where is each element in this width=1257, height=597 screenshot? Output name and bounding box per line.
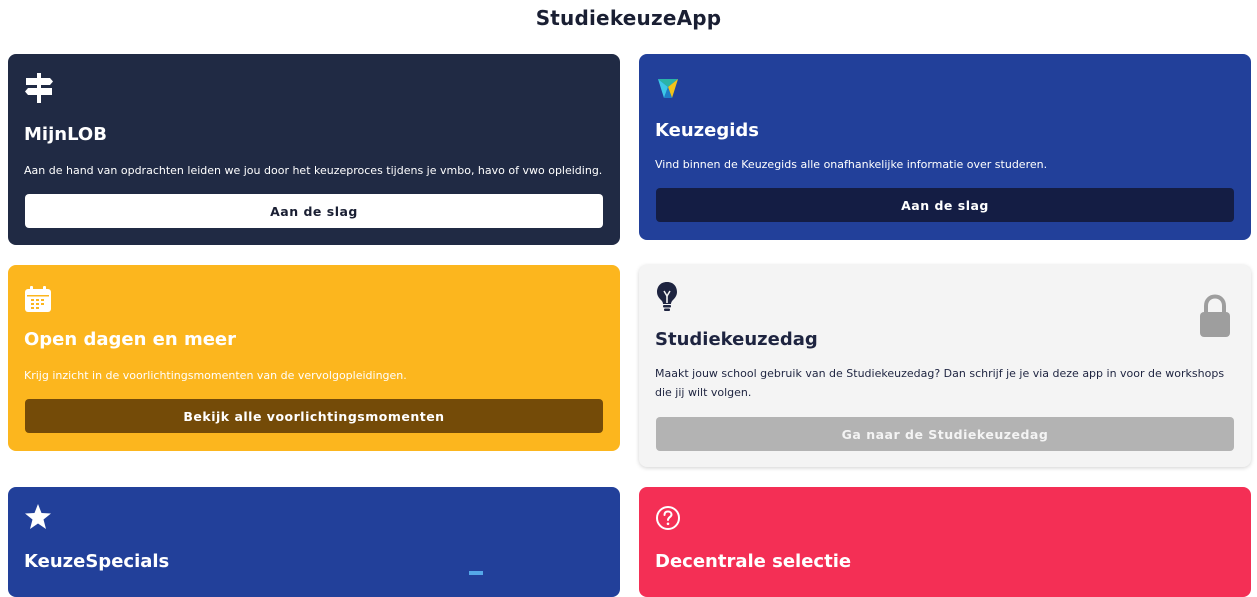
keuzegids-start-button[interactable]: Aan de slag bbox=[656, 188, 1234, 222]
card-keuzegids: Keuzegids Vind binnen de Keuzegids alle … bbox=[639, 54, 1251, 240]
card-title: Keuzegids bbox=[655, 120, 759, 141]
partial-element bbox=[469, 571, 483, 575]
card-title: Open dagen en meer bbox=[24, 329, 237, 350]
card-decentrale-selectie: Decentrale selectie bbox=[639, 487, 1251, 597]
studiekeuzedag-button[interactable]: Ga naar de Studiekeuzedag bbox=[656, 417, 1234, 451]
card-mijnlob: MijnLOB Aan de hand van opdrachten leide… bbox=[8, 54, 620, 245]
lightbulb-icon bbox=[655, 281, 679, 317]
question-circle-icon bbox=[655, 505, 681, 535]
card-description: Maakt jouw school gebruik van de Studiek… bbox=[655, 367, 1225, 399]
card-description: Krijg inzicht in de voorlichtingsmomente… bbox=[24, 369, 407, 382]
card-title: Decentrale selectie bbox=[655, 551, 852, 572]
card-open-dagen: Open dagen en meer Krijg inzicht in de v… bbox=[8, 265, 620, 451]
card-title: Studiekeuzedag bbox=[655, 329, 818, 350]
calendar-icon bbox=[24, 285, 52, 317]
card-description: Aan de hand van opdrachten leiden we jou… bbox=[24, 164, 603, 177]
open-dagen-button[interactable]: Bekijk alle voorlichtingsmomenten bbox=[25, 399, 603, 433]
mijnlob-start-button[interactable]: Aan de slag bbox=[25, 194, 603, 228]
card-studiekeuzedag: Studiekeuzedag Maakt jouw school gebruik… bbox=[639, 265, 1251, 467]
signpost-icon bbox=[24, 72, 54, 108]
keuzegids-logo-icon bbox=[655, 74, 681, 104]
card-title: KeuzeSpecials bbox=[24, 551, 170, 572]
card-description: Vind binnen de Keuzegids alle onafhankel… bbox=[655, 158, 1048, 171]
card-keuzespecials: KeuzeSpecials bbox=[8, 487, 620, 597]
lock-icon bbox=[1199, 294, 1231, 342]
star-icon bbox=[24, 503, 52, 535]
card-title: MijnLOB bbox=[24, 124, 107, 145]
app-title: StudiekeuzeApp bbox=[535, 6, 722, 30]
